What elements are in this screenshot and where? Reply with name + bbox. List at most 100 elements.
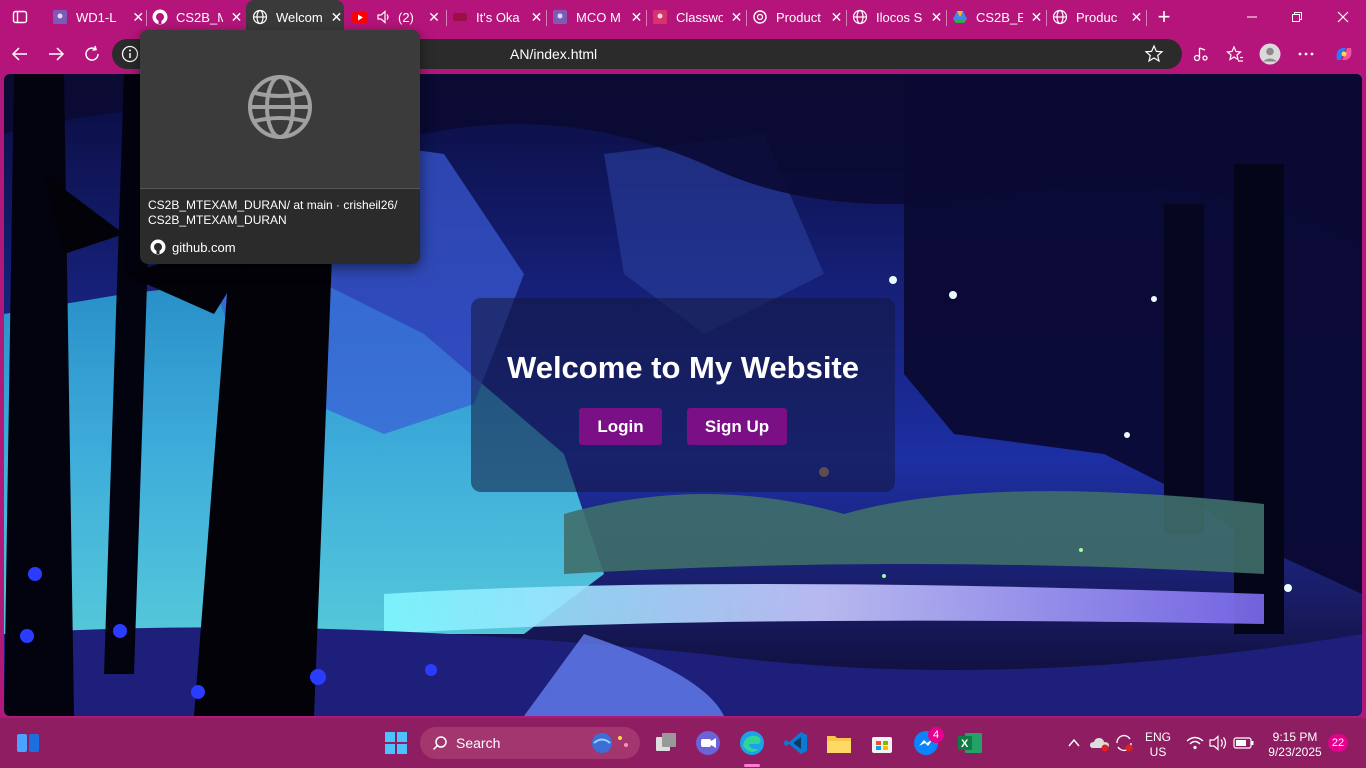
tab-product[interactable]: Produc ✕ <box>1048 3 1144 31</box>
profile-avatar-icon[interactable] <box>1256 40 1284 68</box>
tab-divider <box>1146 10 1147 26</box>
drive-icon <box>952 9 968 25</box>
battery-icon[interactable] <box>1232 729 1256 757</box>
tab-actions-icon[interactable] <box>6 3 34 31</box>
tab-close-icon[interactable]: ✕ <box>929 9 944 26</box>
meet-icon[interactable] <box>694 729 722 757</box>
tab-youtube[interactable]: (2) ✕ <box>348 3 444 31</box>
tab-welcome[interactable]: Welcom ✕ <box>246 0 344 34</box>
globe-icon <box>247 74 313 145</box>
excel-icon[interactable]: X <box>956 729 984 757</box>
favorite-star-icon[interactable] <box>1144 44 1164 64</box>
more-options-icon[interactable] <box>1292 40 1320 68</box>
search-icon <box>432 735 448 751</box>
clock-time: 9:15 PM <box>1272 730 1318 744</box>
sync-error-icon[interactable] <box>1112 729 1136 757</box>
favorites-icon[interactable] <box>1221 40 1249 68</box>
region-code: US <box>1149 745 1167 759</box>
tab-close-icon[interactable]: ✕ <box>1029 9 1044 26</box>
tab-strip: WD1-L ✕ CS2B_M ✕ Welcom ✕ (2) ✕ It's Oka… <box>0 0 1366 34</box>
tab-close-icon[interactable]: ✕ <box>426 9 442 26</box>
back-icon[interactable] <box>6 40 34 68</box>
tab-divider <box>146 10 147 26</box>
tab-label: Produc <box>1076 9 1118 25</box>
tab-divider <box>446 10 447 26</box>
notification-badge[interactable]: 22 <box>1328 734 1348 752</box>
tab-hover-card: CS2B_MTEXAM_DURAN/ at main · crisheil26/… <box>140 30 420 264</box>
tab-mco[interactable]: MCO M ✕ <box>548 3 644 31</box>
microsoft-store-icon[interactable] <box>868 729 896 757</box>
refresh-icon[interactable] <box>78 40 106 68</box>
tab-close-icon[interactable]: ✕ <box>629 9 644 26</box>
copilot-icon[interactable] <box>1330 40 1358 68</box>
tab-label: It's Oka <box>476 9 520 25</box>
messenger-badge: 4 <box>928 727 944 743</box>
hover-card-title: CS2B_MTEXAM_DURAN/ at main · crisheil26/… <box>148 198 398 227</box>
tab-divider <box>1046 10 1047 26</box>
classroom-icon <box>552 9 568 25</box>
classroom-icon <box>52 9 68 25</box>
tab-close-icon[interactable]: ✕ <box>229 9 244 26</box>
file-explorer-icon[interactable] <box>825 729 853 757</box>
minimize-icon[interactable] <box>1238 3 1266 31</box>
page-icon <box>452 9 468 25</box>
show-hidden-icons[interactable] <box>1064 729 1084 757</box>
tab-its-okay[interactable]: It's Oka ✕ <box>448 3 544 31</box>
svg-text:X: X <box>961 738 969 750</box>
tab-ilocos[interactable]: Ilocos S ✕ <box>848 3 944 31</box>
restore-icon[interactable] <box>1283 3 1311 31</box>
search-label: Search <box>456 735 501 751</box>
tab-classwork[interactable]: Classwo ✕ <box>648 3 744 31</box>
globe-icon <box>252 9 268 25</box>
onedrive-icon[interactable] <box>1088 729 1112 757</box>
hover-card-domain: github.com <box>172 239 236 255</box>
globe-icon <box>1052 9 1068 25</box>
speaker-icon[interactable] <box>376 9 392 25</box>
edge-icon[interactable] <box>738 729 766 757</box>
signup-button[interactable]: Sign Up <box>687 408 787 445</box>
tab-label: Ilocos S <box>876 9 923 25</box>
chatgpt-icon <box>752 9 768 25</box>
language-indicator[interactable]: ENG US <box>1138 730 1178 760</box>
tab-close-icon[interactable]: ✕ <box>1129 9 1144 26</box>
vscode-icon[interactable] <box>782 729 810 757</box>
volume-icon[interactable] <box>1208 729 1230 757</box>
tab-label: Welcom <box>276 9 323 25</box>
close-window-icon[interactable] <box>1329 3 1357 31</box>
tab-close-icon[interactable]: ✕ <box>329 9 344 26</box>
language-code: ENG <box>1144 730 1171 744</box>
site-info-icon[interactable] <box>120 44 140 64</box>
tab-divider <box>946 10 947 26</box>
start-icon[interactable] <box>382 729 410 757</box>
tab-label: Classwo <box>676 9 723 25</box>
tab-label: (2) <box>398 9 414 25</box>
tab-label: WD1-L <box>76 9 117 25</box>
new-tab-button[interactable]: + <box>1152 3 1176 31</box>
tab-divider <box>846 10 847 26</box>
taskbar-search[interactable]: Search <box>420 727 640 759</box>
tab-cs2b-drive[interactable]: CS2B_E ✕ <box>948 3 1044 31</box>
tab-divider <box>746 10 747 26</box>
tab-label: Product <box>776 9 821 25</box>
tab-preview <box>140 30 420 188</box>
hover-card-divider <box>140 188 420 189</box>
github-icon <box>152 9 168 25</box>
tab-close-icon[interactable]: ✕ <box>130 9 146 26</box>
wifi-icon[interactable] <box>1184 729 1206 757</box>
task-view-icon[interactable] <box>652 729 680 757</box>
tab-product-chatgpt[interactable]: Product ✕ <box>748 3 844 31</box>
tab-label: CS2B_M <box>176 9 223 25</box>
taskbar: Search 4 X ENG US 9:15 PM 9/23/2025 22 <box>0 718 1366 768</box>
tab-cs2b-github[interactable]: CS2B_M ✕ <box>148 3 244 31</box>
clock[interactable]: 9:15 PM 9/23/2025 <box>1260 730 1330 760</box>
tab-close-icon[interactable]: ✕ <box>829 9 844 26</box>
tab-close-icon[interactable]: ✕ <box>729 9 744 26</box>
read-aloud-icon[interactable] <box>1186 40 1214 68</box>
tab-close-icon[interactable]: ✕ <box>529 9 544 26</box>
forward-icon[interactable] <box>42 40 70 68</box>
tab-label: MCO M <box>576 9 621 25</box>
login-button[interactable]: Login <box>579 408 662 445</box>
widgets-icon[interactable] <box>14 729 42 757</box>
clock-date: 9/23/2025 <box>1268 745 1322 759</box>
tab-wd1[interactable]: WD1-L ✕ <box>48 3 146 31</box>
